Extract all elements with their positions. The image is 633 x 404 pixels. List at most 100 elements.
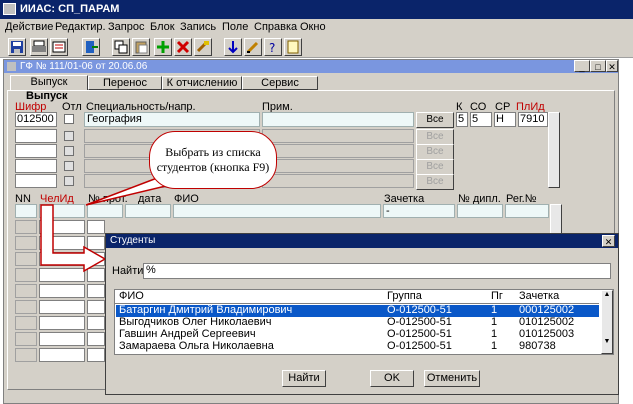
nn-field-empty[interactable] [15, 300, 37, 314]
menu-item-window[interactable]: Окно [300, 21, 326, 34]
prot-field-empty[interactable] [87, 252, 105, 266]
chelid-field-empty[interactable] [39, 252, 85, 266]
nn-field-empty[interactable] [15, 252, 37, 266]
list-scrollbar[interactable]: ▲ ▼ [601, 290, 613, 354]
shifr-field-empty[interactable] [15, 159, 57, 173]
so-field[interactable]: 5 [470, 112, 492, 127]
shifr-field-empty[interactable] [15, 144, 57, 158]
prim-field-empty[interactable] [262, 129, 414, 143]
nn-field-empty[interactable] [15, 316, 37, 330]
help-icon[interactable]: ? [264, 38, 282, 56]
cell-fio: Замараева Ольга Николаевна [119, 340, 274, 352]
top-scrollbar[interactable] [548, 112, 560, 188]
otl-checkbox-empty[interactable] [64, 176, 74, 186]
down-arrow-icon[interactable] [224, 38, 242, 56]
chelid-field-empty[interactable] [39, 236, 85, 250]
sr-field[interactable]: Н [494, 112, 516, 127]
nn-field-empty[interactable] [15, 268, 37, 282]
prot-field-empty[interactable] [87, 300, 105, 314]
print-preview-icon[interactable] [50, 38, 68, 56]
vse-button[interactable]: Все [416, 144, 454, 160]
nn-field-empty[interactable] [15, 236, 37, 250]
tab-k-otchisleniyu[interactable]: К отчислению [162, 76, 242, 90]
vse-button[interactable]: Все [416, 129, 454, 145]
close-icon[interactable]: ✕ [606, 60, 618, 72]
vse-button[interactable]: Все [416, 174, 454, 190]
prim-field[interactable] [262, 112, 414, 127]
add-record-icon[interactable] [154, 38, 172, 56]
tab-perenos[interactable]: Перенос [88, 76, 162, 90]
tab-vypusk[interactable]: Выпуск [10, 75, 88, 91]
shifr-field-empty[interactable] [15, 129, 57, 143]
document-icon[interactable] [284, 38, 302, 56]
edit-pencil-icon[interactable] [244, 38, 262, 56]
reg-field[interactable] [505, 204, 549, 218]
dipl-field[interactable] [457, 204, 503, 218]
otl-checkbox-empty[interactable] [64, 161, 74, 171]
zachetka-field[interactable]: - [383, 204, 455, 218]
prim-field-empty[interactable] [262, 144, 414, 158]
shifr-field[interactable]: 012500 [15, 112, 57, 127]
fio-field[interactable] [173, 204, 381, 218]
k-field[interactable]: 5 [456, 112, 468, 127]
nn-field-empty[interactable] [15, 348, 37, 362]
menu-item-field[interactable]: Поле [222, 21, 248, 34]
chelid-field-empty[interactable] [39, 348, 85, 362]
otl-checkbox-empty[interactable] [64, 131, 74, 141]
prot-field-empty[interactable] [87, 236, 105, 250]
chelid-field-empty[interactable] [39, 332, 85, 346]
vse-button[interactable]: Все [416, 159, 454, 175]
prim-field-empty[interactable] [262, 174, 414, 188]
students-list[interactable]: ФИО Группа Пг Зачетка Батаргин Дмитрий В… [114, 289, 614, 355]
nn-field-empty[interactable] [15, 284, 37, 298]
prot-field-empty[interactable] [87, 220, 105, 234]
scroll-up-icon[interactable]: ▲ [602, 291, 612, 298]
save-icon[interactable] [8, 38, 26, 56]
menu-item-action[interactable]: Действие [5, 21, 53, 34]
chelid-field-empty[interactable] [39, 220, 85, 234]
dialog-close-icon[interactable]: ✕ [602, 235, 615, 247]
print-icon[interactable] [30, 38, 48, 56]
menu-item-query[interactable]: Запрос [108, 21, 144, 34]
dialog-find-button[interactable]: Найти [282, 370, 326, 387]
find-input[interactable]: % [143, 263, 611, 279]
chelid-field-empty[interactable] [39, 268, 85, 282]
menu-item-block[interactable]: Блок [150, 21, 175, 34]
nn-field-empty[interactable] [15, 220, 37, 234]
prot-field-empty[interactable] [87, 284, 105, 298]
otl-checkbox[interactable] [64, 114, 74, 124]
shifr-field-empty[interactable] [15, 174, 57, 188]
menu-item-edit[interactable]: Редактир. [55, 21, 106, 34]
paste-icon[interactable] [132, 38, 150, 56]
prot-field-empty[interactable] [87, 268, 105, 282]
spec-field[interactable]: География [84, 112, 260, 127]
plid-field[interactable]: 7910 [518, 112, 548, 127]
clear-icon[interactable] [194, 38, 212, 56]
chelid-field-empty[interactable] [39, 316, 85, 330]
delete-record-icon[interactable] [174, 38, 192, 56]
data-field[interactable] [125, 204, 171, 218]
vse-button[interactable]: Все [416, 112, 454, 128]
list-item[interactable]: Замараева Ольга Николаевна О-012500-51 1 98… [116, 340, 599, 353]
exit-icon[interactable] [82, 38, 100, 56]
chelid-field-empty[interactable] [39, 284, 85, 298]
chelid-field-empty[interactable] [39, 300, 85, 314]
nn-field-empty[interactable] [15, 332, 37, 346]
tab-servis[interactable]: Сервис [242, 76, 318, 90]
prot-field-empty[interactable] [87, 316, 105, 330]
minimize-button[interactable]: _ [574, 60, 590, 72]
prot-field-empty[interactable] [87, 348, 105, 362]
menu-item-record[interactable]: Запись [180, 21, 216, 34]
copy-icon[interactable] [112, 38, 130, 56]
dialog-ok-button[interactable]: OK [370, 370, 414, 387]
dialog-cancel-button[interactable]: Отменить [424, 370, 480, 387]
nn-field[interactable] [15, 204, 37, 218]
menu-item-help[interactable]: Справка [254, 21, 297, 34]
scroll-down-icon[interactable]: ▼ [602, 338, 612, 345]
chelid-field[interactable] [39, 204, 85, 218]
prot-field-empty[interactable] [87, 332, 105, 346]
maximize-button[interactable]: □ [590, 60, 606, 72]
prim-field-empty[interactable] [262, 159, 414, 173]
prot-field[interactable] [87, 204, 123, 218]
otl-checkbox-empty[interactable] [64, 146, 74, 156]
